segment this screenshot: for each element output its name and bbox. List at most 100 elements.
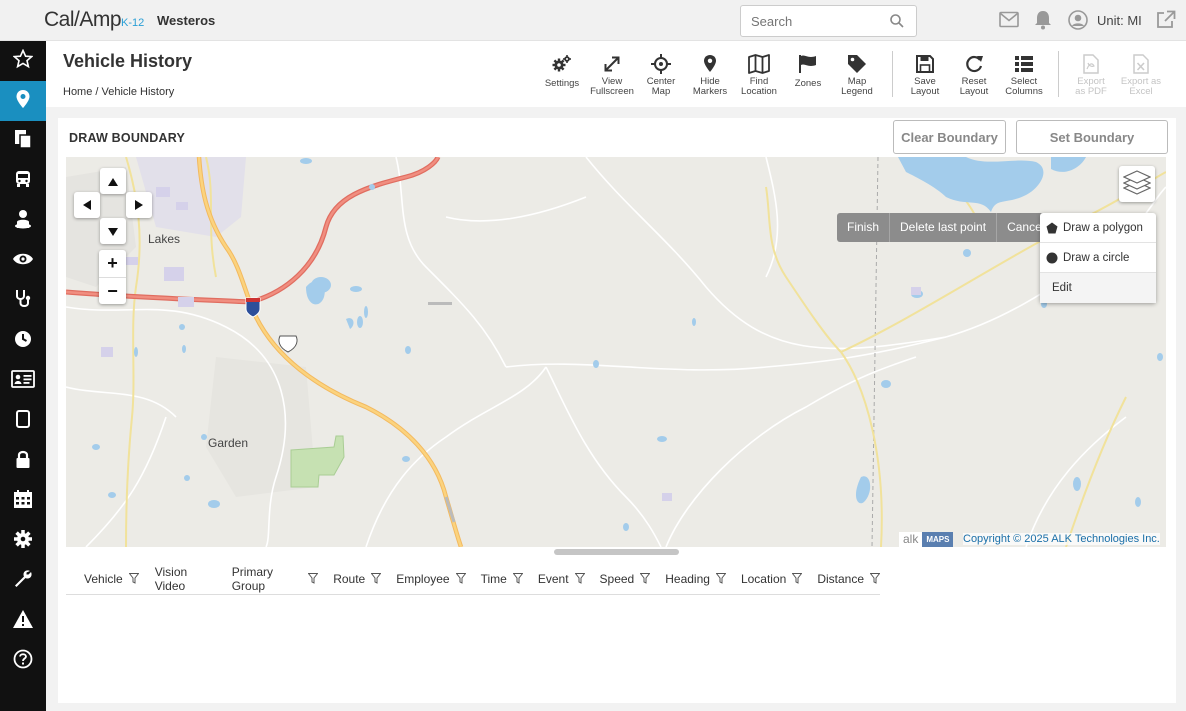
warning-icon: [12, 609, 34, 634]
column-primary-group[interactable]: Primary Group: [232, 565, 319, 593]
column-heading[interactable]: Heading: [665, 572, 726, 586]
column-event[interactable]: Event: [538, 572, 585, 586]
layers-button[interactable]: [1119, 166, 1155, 202]
reset-layout-button[interactable]: Reset Layout: [954, 54, 994, 97]
eye-icon: [12, 252, 34, 271]
clear-boundary-button[interactable]: Clear Boundary: [893, 120, 1006, 154]
column-route[interactable]: Route: [333, 572, 382, 586]
export-pdf-button[interactable]: Export as PDF: [1071, 53, 1111, 97]
arrow-left-icon: [83, 197, 91, 213]
filter-icon[interactable]: [128, 573, 139, 584]
arrow-up-icon: [108, 173, 118, 189]
search-box[interactable]: [740, 5, 917, 37]
sidebar-item-alerts[interactable]: [0, 601, 46, 641]
tag-icon: [847, 54, 867, 77]
map-label-lakes: Lakes: [148, 232, 181, 246]
pan-left-button[interactable]: [74, 192, 100, 218]
hide-markers-button[interactable]: Hide Markers: [689, 54, 731, 97]
sidebar-item-maintenance[interactable]: [0, 561, 46, 601]
layers-icon: [1122, 169, 1152, 200]
sidebar-item-vehicles[interactable]: [0, 161, 46, 201]
pan-right-button[interactable]: [126, 192, 152, 218]
driver-icon: [14, 209, 32, 234]
view-fullscreen-button[interactable]: View Fullscreen: [589, 54, 635, 97]
filter-icon[interactable]: [870, 573, 880, 584]
sidebar-item-help[interactable]: [0, 641, 46, 681]
search-input[interactable]: [741, 6, 881, 36]
zoom-out-button[interactable]: −: [99, 277, 126, 304]
sidebar-item-monitor[interactable]: [0, 241, 46, 281]
draw-polygon-item[interactable]: Draw a polygon: [1040, 213, 1156, 243]
filter-icon[interactable]: [574, 573, 585, 584]
floppy-icon: [916, 54, 934, 76]
marker-icon: [703, 54, 717, 76]
sidebar-item-map[interactable]: [0, 81, 46, 121]
column-distance[interactable]: Distance: [817, 572, 880, 586]
filter-icon[interactable]: [640, 573, 651, 584]
find-location-button[interactable]: Find Location: [738, 53, 780, 97]
center-map-button[interactable]: Center Map: [642, 53, 680, 97]
external-link-icon[interactable]: [1156, 10, 1176, 34]
alk-maps-logo: alk MAPS: [899, 532, 954, 547]
circle-icon: [1046, 252, 1058, 264]
sidebar-item-calendar[interactable]: [0, 481, 46, 521]
sidebar-item-history[interactable]: [0, 321, 46, 361]
filter-icon[interactable]: [792, 573, 803, 584]
column-vision-video[interactable]: Vision Video: [155, 565, 216, 593]
toolbar-divider: [892, 51, 893, 97]
zoom-control: + −: [99, 250, 126, 304]
sidebar-item-health[interactable]: [0, 281, 46, 321]
map-copyright[interactable]: Copyright © 2025 ALK Technologies Inc.: [963, 533, 1160, 545]
delete-last-point-button[interactable]: Delete last point: [890, 213, 998, 242]
filter-icon[interactable]: [715, 573, 726, 584]
crosshair-icon: [651, 53, 671, 77]
sidebar-item-reports[interactable]: [0, 121, 46, 161]
column-speed[interactable]: Speed: [600, 572, 651, 586]
pan-down-button[interactable]: [100, 218, 126, 244]
gears-icon: [551, 54, 573, 77]
filter-icon[interactable]: [455, 573, 466, 584]
app-logo[interactable]: Cal/AmpK-12: [44, 8, 144, 32]
map-legend-button[interactable]: Map Legend: [836, 54, 878, 97]
search-icon[interactable]: [890, 14, 904, 33]
sidebar-item-favorites[interactable]: [0, 41, 46, 81]
set-boundary-button[interactable]: Set Boundary: [1016, 120, 1168, 154]
mail-icon[interactable]: [999, 11, 1019, 33]
column-location[interactable]: Location: [741, 572, 803, 586]
sidebar-item-drivers[interactable]: [0, 201, 46, 241]
breadcrumb[interactable]: Home / Vehicle History: [63, 86, 174, 98]
zoom-in-button[interactable]: +: [99, 250, 126, 277]
unit-label[interactable]: Unit: MI: [1097, 13, 1142, 28]
edit-item[interactable]: Edit: [1040, 273, 1156, 303]
filter-icon[interactable]: [512, 573, 523, 584]
export-excel-button[interactable]: Export as Excel: [1120, 53, 1162, 97]
map-label-garden: Garden: [208, 436, 249, 450]
id-card-icon: [11, 369, 35, 393]
map-pin-icon: [15, 89, 31, 114]
boundary-panel: DRAW BOUNDARY Clear Boundary Set Boundar…: [58, 118, 1176, 703]
column-time[interactable]: Time: [481, 572, 523, 586]
draw-circle-item[interactable]: Draw a circle: [1040, 243, 1156, 273]
filter-icon[interactable]: [371, 573, 382, 584]
save-layout-button[interactable]: Save Layout: [905, 54, 945, 97]
finish-button[interactable]: Finish: [837, 213, 891, 242]
column-vehicle[interactable]: Vehicle: [84, 572, 139, 586]
gear-icon: [13, 529, 33, 554]
column-employee[interactable]: Employee: [396, 572, 466, 586]
select-columns-button[interactable]: Select Columns: [1001, 54, 1047, 97]
user-icon[interactable]: [1068, 10, 1088, 35]
pan-up-button[interactable]: [100, 168, 126, 194]
sidebar-item-devices[interactable]: [0, 401, 46, 441]
sidebar-item-security[interactable]: [0, 441, 46, 481]
filter-icon[interactable]: [308, 573, 319, 584]
sidebar-item-id-cards[interactable]: [0, 361, 46, 401]
map-canvas[interactable]: + − Lakes Garden Finish Delete last poin…: [66, 157, 1166, 547]
bell-icon[interactable]: [1034, 10, 1052, 35]
settings-button[interactable]: Settings: [542, 54, 582, 89]
content-area: DRAW BOUNDARY Clear Boundary Set Boundar…: [46, 107, 1186, 711]
zones-button[interactable]: Zones: [789, 54, 827, 89]
bus-icon: [14, 169, 32, 194]
horizontal-scrollbar[interactable]: [554, 549, 679, 555]
sidebar-item-settings[interactable]: [0, 521, 46, 561]
top-bar: Cal/AmpK-12 Westeros Unit: MI: [0, 0, 1186, 41]
